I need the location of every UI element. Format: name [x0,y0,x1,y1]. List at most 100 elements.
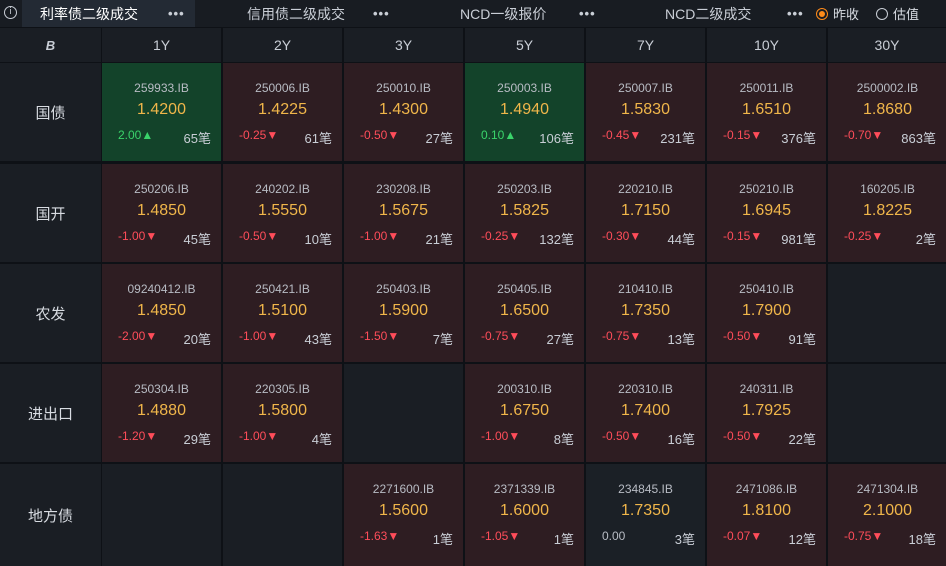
bond-code: 250206.IB [134,182,189,196]
bond-code: 2371339.IB [493,482,556,496]
change-value: -0.50▼ [360,128,400,142]
trade-count: 981笔 [781,232,816,247]
tab-label: 利率债二级成交 [40,5,138,22]
bond-code: 240202.IB [255,182,310,196]
quote-cell[interactable]: 250421.IB 1.5100 -1.00▼ 43笔 [223,264,342,362]
yield-value: 1.4200 [137,101,186,118]
bond-code: 250403.IB [376,282,431,296]
empty-cell [344,364,463,462]
radio-prev-close[interactable]: 昨收 [816,4,859,23]
yield-value: 1.6945 [742,202,791,219]
bond-code: 200310.IB [497,382,552,396]
change-value: -0.07▼ [723,529,763,543]
bond-code: 210410.IB [618,282,673,296]
change-value: 0.00 [602,529,626,543]
yield-value: 1.6510 [742,101,791,118]
top-tab-bar: i 利率债二级成交 ••• 信用债二级成交 ••• NCD一级报价 ••• NC… [0,0,946,27]
yield-value: 1.7350 [621,502,670,519]
quote-cell[interactable]: 2271600.IB 1.5600 -1.63▼ 1笔 [344,464,463,566]
trade-count: 863笔 [901,131,936,146]
quote-cell[interactable]: 220210.IB 1.7150 -0.30▼ 44笔 [586,164,705,262]
quote-cell[interactable]: 220305.IB 1.5800 -1.00▼ 4笔 [223,364,342,462]
radio-unselected-icon [876,7,888,20]
quote-cell[interactable]: 2471086.IB 1.8100 -0.07▼ 12笔 [707,464,826,566]
quote-cell[interactable]: 2471304.IB 2.1000 -0.75▼ 18笔 [828,464,946,566]
yield-value: 1.4225 [258,101,307,118]
quote-cell[interactable]: 220310.IB 1.7400 -0.50▼ 16笔 [586,364,705,462]
quote-cell[interactable]: 250410.IB 1.7900 -0.50▼ 91笔 [707,264,826,362]
change-value: -0.15▼ [723,229,763,243]
trade-count: 61笔 [304,131,332,146]
tab-ncd-primary[interactable]: NCD一级报价 ••• [405,0,605,27]
yield-value: 2.1000 [863,502,912,519]
quote-cell[interactable]: 200310.IB 1.6750 -1.00▼ 8笔 [465,364,584,462]
tenor-header-3y[interactable]: 3Y [344,28,463,62]
yield-value: 1.6000 [500,502,549,519]
quote-cell[interactable]: 210410.IB 1.7350 -0.75▼ 13笔 [586,264,705,362]
more-icon[interactable]: ••• [787,6,804,21]
change-value: -1.00▼ [239,429,279,443]
bond-code: 160205.IB [860,182,915,196]
quote-cell[interactable]: 250003.IB 1.4940 0.10▲ 106笔 [465,63,584,161]
quote-cell[interactable]: 240311.IB 1.7925 -0.50▼ 22笔 [707,364,826,462]
trade-count: 18笔 [908,532,936,547]
bond-code: 240311.IB [739,382,794,396]
bond-code: 250011.IB [739,81,794,95]
quote-cell[interactable]: 240202.IB 1.5550 -0.50▼ 10笔 [223,164,342,262]
bond-code: 250304.IB [134,382,189,396]
trade-count: 12笔 [788,532,816,547]
change-value: -1.63▼ [360,529,400,543]
more-icon[interactable]: ••• [373,6,390,21]
quote-cell[interactable]: 250206.IB 1.4850 -1.00▼ 45笔 [102,164,221,262]
tenor-header-10y[interactable]: 10Y [707,28,826,62]
tenor-header-5y[interactable]: 5Y [465,28,584,62]
quote-cell[interactable]: 09240412.IB 1.4850 -2.00▼ 20笔 [102,264,221,362]
quote-cell[interactable]: 230208.IB 1.5675 -1.00▼ 21笔 [344,164,463,262]
quote-cell[interactable]: 2500002.IB 1.8680 -0.70▼ 863笔 [828,63,946,161]
tenor-header-2y[interactable]: 2Y [223,28,342,62]
quote-cell[interactable]: 250403.IB 1.5900 -1.50▼ 7笔 [344,264,463,362]
quote-cell[interactable]: 234845.IB 1.7350 0.00 3笔 [586,464,705,566]
trade-count: 27笔 [425,131,453,146]
bond-code: 220210.IB [618,182,673,196]
radio-valuation[interactable]: 估值 [876,4,919,23]
change-value: -1.00▼ [118,229,158,243]
change-value: -1.00▼ [360,229,400,243]
quote-cell[interactable]: 250007.IB 1.5830 -0.45▼ 231笔 [586,63,705,161]
trade-count: 4笔 [311,432,332,447]
yield-value: 1.5830 [621,101,670,118]
tab-ncd-secondary[interactable]: NCD二级成交 ••• [607,0,807,27]
row-label: 国开 [0,164,101,262]
more-icon[interactable]: ••• [168,6,185,21]
trade-count: 13笔 [667,332,695,347]
quote-cell[interactable]: 250011.IB 1.6510 -0.15▼ 376笔 [707,63,826,161]
quote-cell[interactable]: 250210.IB 1.6945 -0.15▼ 981笔 [707,164,826,262]
yield-value: 1.8225 [863,202,912,219]
tenor-header-1y[interactable]: 1Y [102,28,221,62]
yield-value: 1.5800 [258,402,307,419]
info-icon[interactable]: i [4,6,17,19]
change-value: -0.70▼ [844,128,884,142]
quote-cell[interactable]: 250006.IB 1.4225 -0.25▼ 61笔 [223,63,342,161]
trade-count: 106笔 [539,131,574,146]
quote-cell[interactable]: 160205.IB 1.8225 -0.25▼ 2笔 [828,164,946,262]
empty-cell [828,364,946,462]
quote-cell[interactable]: 2371339.IB 1.6000 -1.05▼ 1笔 [465,464,584,566]
quote-cell[interactable]: 250405.IB 1.6500 -0.75▼ 27笔 [465,264,584,362]
yield-value: 1.4940 [500,101,549,118]
corner-logo: B [0,28,101,62]
quote-cell[interactable]: 250010.IB 1.4300 -0.50▼ 27笔 [344,63,463,161]
quote-cell[interactable]: 259933.IB 1.4200 2.00▲ 65笔 [102,63,221,161]
bond-code: 250210.IB [739,182,794,196]
bond-code: 250421.IB [255,282,310,296]
change-value: 0.10▲ [481,128,517,142]
tenor-header-30y[interactable]: 30Y [828,28,946,62]
row-label: 进出口 [0,364,101,462]
trade-count: 231笔 [660,131,695,146]
quote-cell[interactable]: 250304.IB 1.4880 -1.20▼ 29笔 [102,364,221,462]
tab-credit-secondary[interactable]: 信用债二级成交 ••• [197,0,403,27]
more-icon[interactable]: ••• [579,6,596,21]
quote-cell[interactable]: 250203.IB 1.5825 -0.25▼ 132笔 [465,164,584,262]
tenor-header-7y[interactable]: 7Y [586,28,705,62]
tab-rates-secondary[interactable]: 利率债二级成交 ••• [22,0,195,27]
